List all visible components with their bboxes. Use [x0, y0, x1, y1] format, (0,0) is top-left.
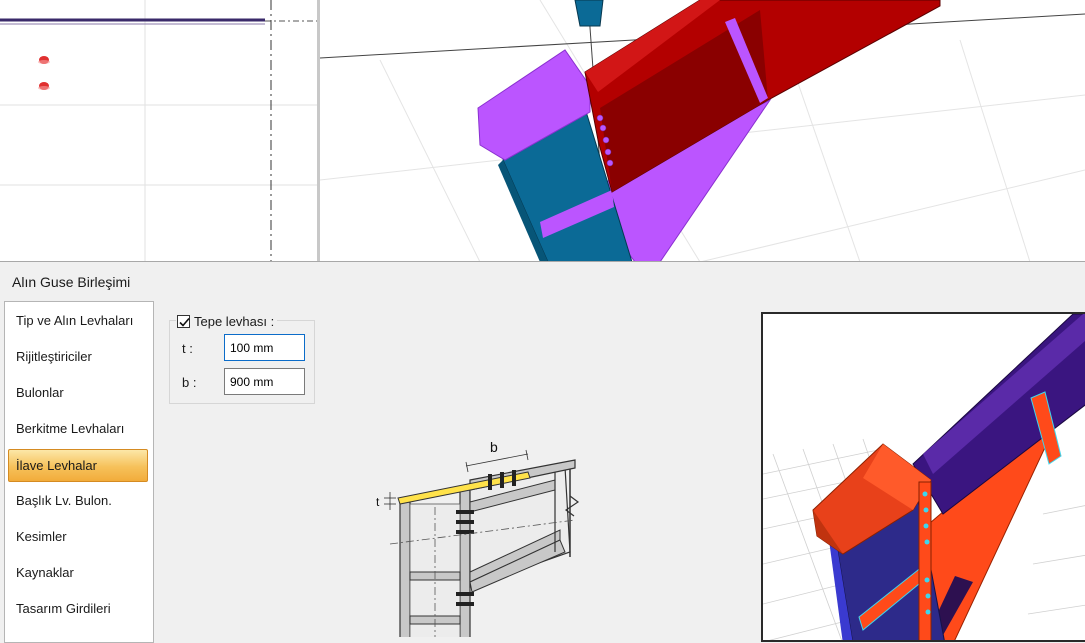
connection-preview[interactable]: [761, 312, 1085, 642]
upper-column-stub: [574, 0, 604, 27]
t-label: t :: [182, 341, 193, 356]
top-plate-schematic: b t: [376, 439, 580, 637]
dialog-title: Alın Guse Birleşimi: [12, 274, 131, 290]
connection-dialog: Alın Guse Birleşimi Tip ve Alın Levhalar…: [0, 261, 1085, 643]
nav-item-rijitlestiriciler[interactable]: Rijitleştiriciler: [9, 342, 147, 372]
nav-item-ilave-levhalar[interactable]: İlave Levhalar: [8, 449, 148, 482]
top-plate-header: Tepe levhası :: [176, 313, 278, 329]
plan-grid: [0, 0, 318, 262]
b-label: b :: [182, 375, 197, 390]
nav-item-bulonlar[interactable]: Bulonlar: [9, 378, 147, 408]
nav-item-berkitme-levhalari[interactable]: Berkitme Levhaları: [9, 414, 147, 444]
category-list[interactable]: Tip ve Alın Levhaları Rijitleştiriciler …: [4, 301, 154, 643]
t-input[interactable]: [224, 334, 305, 361]
nav-item-baslik-lv-bulon[interactable]: Başlık Lv. Bulon.: [9, 486, 147, 516]
dim-t-label: t: [376, 495, 380, 509]
pane-splitter[interactable]: [317, 0, 320, 262]
b-input[interactable]: [224, 368, 305, 395]
model-3d-view[interactable]: [0, 0, 1085, 262]
nav-item-kaynaklar[interactable]: Kaynaklar: [9, 558, 147, 588]
nav-item-kesimler[interactable]: Kesimler: [9, 522, 147, 552]
dim-b-label: b: [490, 439, 498, 455]
nav-item-tasarim-girdileri[interactable]: Tasarım Girdileri: [9, 594, 147, 624]
checkmark-icon: [179, 317, 190, 327]
preview-3d-view[interactable]: [763, 314, 1085, 642]
top-plate-checkbox[interactable]: [177, 314, 190, 328]
top-plate-group: Tepe levhası : t : b :: [169, 313, 315, 404]
nav-item-tip-ve-alin-levhalari[interactable]: Tip ve Alın Levhaları: [9, 306, 147, 336]
model-viewport[interactable]: [0, 0, 1085, 262]
top-plate-label: Tepe levhası :: [194, 313, 275, 329]
